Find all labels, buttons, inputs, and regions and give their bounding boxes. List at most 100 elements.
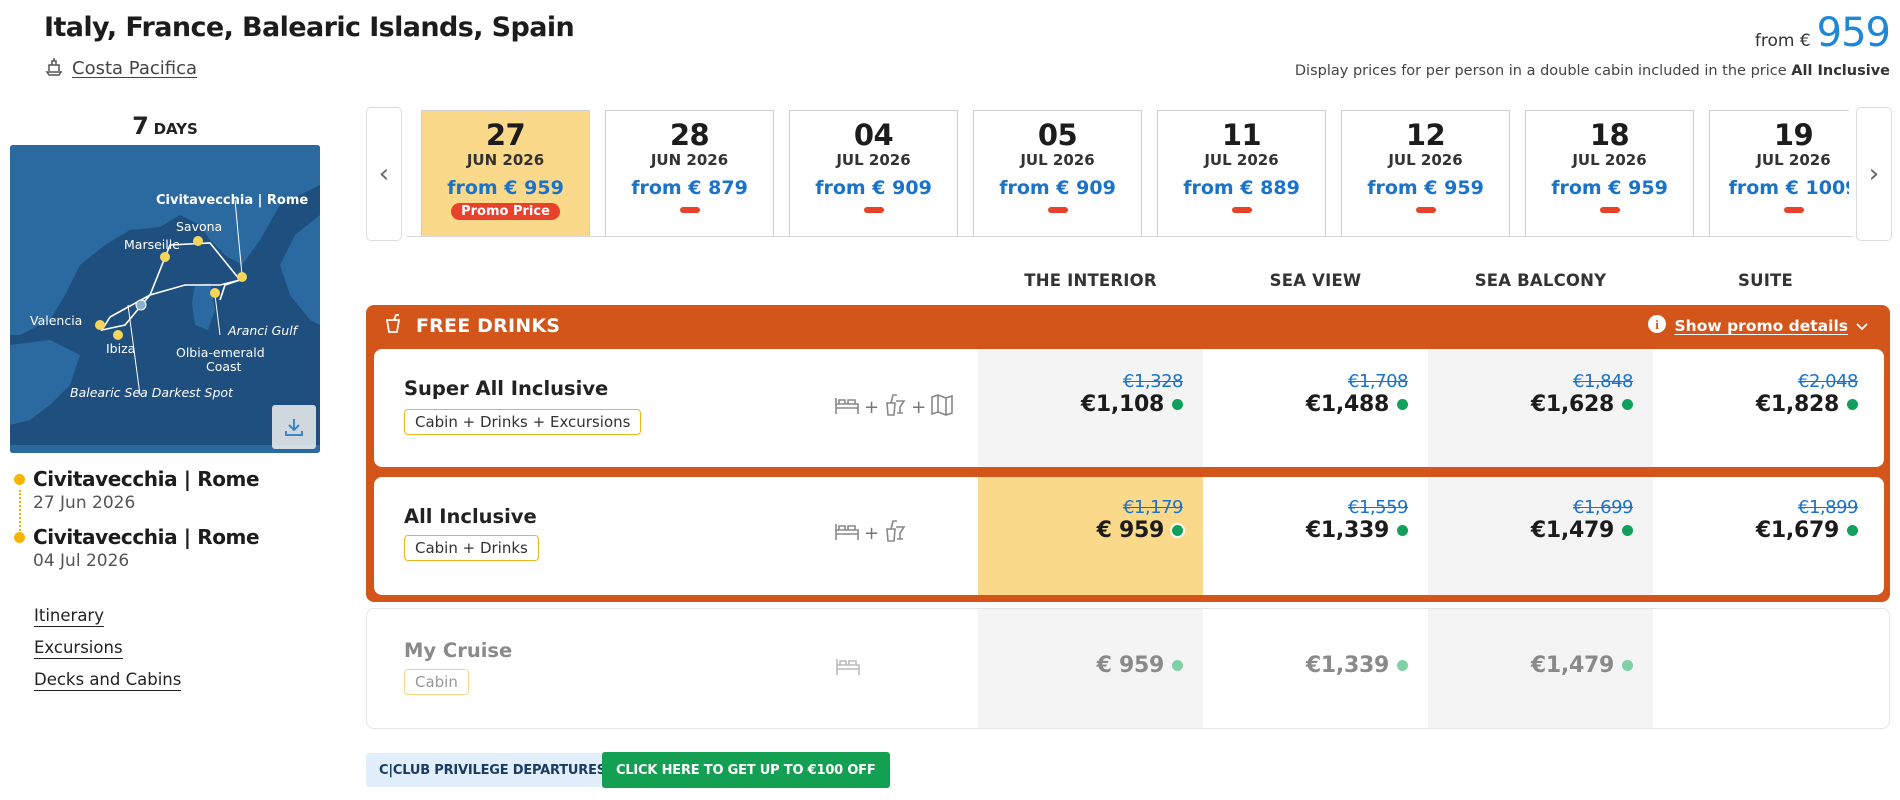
date-from-price: from € 1009 — [1728, 177, 1849, 199]
port-name: Civitavecchia | Rome — [33, 525, 260, 549]
map-label-marseille: Marseille — [124, 237, 180, 252]
new-price: €1,828 — [1755, 392, 1839, 417]
port-date: 27 Jun 2026 — [33, 493, 136, 513]
col-header-suite: SUITE — [1738, 271, 1793, 290]
date-card[interactable]: 27 JUN 2026 from € 959 Promo Price — [421, 110, 590, 236]
map-label-balearic: Balearic Sea Darkest Spot — [70, 385, 233, 400]
discount-offer-button[interactable]: CLICK HERE TO GET UP TO €100 OFF — [602, 752, 890, 788]
old-price: €1,848 — [1573, 371, 1633, 392]
ship-name[interactable]: Costa Pacifica — [72, 58, 197, 79]
old-price: €1,559 — [1348, 497, 1408, 518]
page-title: Italy, France, Balearic Islands, Spain — [44, 12, 575, 43]
date-card[interactable]: 19 JUL 2026 from € 1009 — [1709, 110, 1849, 236]
from-price-value: 959 — [1816, 10, 1891, 56]
link-itinerary[interactable]: Itinerary — [34, 606, 104, 627]
itinerary-map[interactable]: Civitavecchia | Rome Savona Marseille Va… — [10, 145, 320, 453]
availability-dot — [1622, 660, 1633, 671]
cruise-duration: 7 DAYS — [10, 112, 320, 140]
promo-indicator — [1415, 207, 1436, 213]
link-excursions[interactable]: Excursions — [34, 638, 123, 659]
date-card[interactable]: 18 JUL 2026 from € 959 — [1525, 110, 1694, 236]
availability-dot — [1397, 399, 1408, 410]
port-dot — [14, 532, 25, 543]
chevron-right-icon: › — [1868, 159, 1880, 189]
package-row-super-all-inclusive[interactable]: Super All Inclusive Cabin + Drinks + Exc… — [374, 349, 1884, 467]
promo-details-label[interactable]: Show promo details — [1675, 317, 1848, 335]
svg-text:i: i — [1655, 317, 1659, 332]
availability-dot — [1172, 660, 1183, 671]
date-from-price: from € 889 — [1183, 177, 1300, 199]
promo-indicator — [863, 207, 884, 213]
price-cell[interactable]: €1,479 — [1428, 609, 1653, 728]
promo-indicator — [1047, 207, 1068, 213]
bed-icon — [834, 394, 860, 421]
disclaimer-bold: All Inclusive — [1791, 63, 1890, 79]
port-start: Civitavecchia | Rome 27 Jun 2026 — [14, 467, 260, 513]
ship-link[interactable]: Costa Pacifica — [44, 56, 197, 81]
info-icon: i — [1647, 314, 1667, 338]
new-price: € 959 — [1096, 518, 1165, 543]
chevron-left-icon: ‹ — [378, 159, 390, 189]
col-header-sea-balcony: SEA BALCONY — [1474, 271, 1607, 290]
club-privilege-button[interactable]: C|CLUB PRIVILEGE DEPARTURES — [366, 753, 619, 787]
from-price: from € 959 — [1755, 10, 1891, 56]
date-card[interactable]: 28 JUN 2026 from € 879 — [605, 110, 774, 236]
price-cell[interactable]: €2,048 €1,828 — [1653, 349, 1878, 467]
date-from-price: from € 879 — [631, 177, 748, 199]
date-from-price: from € 959 — [447, 177, 564, 199]
availability-dot — [1847, 525, 1858, 536]
link-decks-cabins[interactable]: Decks and Cabins — [34, 670, 182, 691]
price-cell[interactable]: €1,559 €1,339 — [1203, 477, 1428, 595]
price-cell[interactable]: €1,339 — [1203, 609, 1428, 728]
old-price: €1,179 — [1123, 497, 1183, 518]
promo-details-link[interactable]: i Show promo details — [1647, 314, 1868, 338]
price-cell[interactable]: €1,899 €1,679 — [1653, 477, 1878, 595]
map-label-aranci: Aranci Gulf — [228, 323, 298, 338]
price: €1,479 — [1530, 653, 1614, 678]
package-row-all-inclusive[interactable]: All Inclusive Cabin + Drinks + €1,179 € … — [374, 477, 1884, 595]
availability-dot — [1172, 399, 1183, 410]
date-month: JUL 2026 — [1020, 151, 1095, 169]
availability-dot — [1397, 660, 1408, 671]
carousel-divider — [407, 236, 1853, 237]
date-card[interactable]: 05 JUL 2026 from € 909 — [973, 110, 1142, 236]
package-icons: + — [834, 519, 907, 548]
bed-icon — [834, 520, 860, 547]
date-carousel: 27 JUN 2026 from € 959 Promo Price 28 JUN 202… — [421, 110, 1849, 236]
promo-header: FREE DRINKS i Show promo details — [366, 305, 1890, 347]
date-card[interactable]: 04 JUL 2026 from € 909 — [789, 110, 958, 236]
price-cell[interactable]: €1,708 €1,488 — [1203, 349, 1428, 467]
package-row-my-cruise[interactable]: My Cruise Cabin € 959 €1,339 €1,479 — [366, 608, 1890, 729]
days-label: DAYS — [153, 120, 198, 138]
price-cell[interactable]: €1,328 €1,108 — [978, 349, 1203, 467]
new-price: €1,679 — [1755, 518, 1839, 543]
package-icons — [835, 655, 861, 682]
drinks-icon — [883, 519, 907, 548]
date-card[interactable]: 11 JUL 2026 from € 889 — [1157, 110, 1326, 236]
map-label-olbia: Olbia-emerald — [176, 345, 265, 360]
old-price: €2,048 — [1798, 371, 1858, 392]
map-download-button[interactable] — [272, 405, 316, 449]
drinks-icon — [883, 393, 907, 422]
date-day: 11 — [1221, 118, 1262, 152]
price-cell-selected[interactable]: €1,179 € 959 — [978, 477, 1203, 595]
price-cell[interactable]: €1,848 €1,628 — [1428, 349, 1653, 467]
carousel-next-button[interactable]: › — [1856, 107, 1892, 241]
port-dot — [14, 474, 25, 485]
map-icon — [930, 393, 954, 422]
new-price: €1,108 — [1080, 392, 1164, 417]
price-cell[interactable]: €1,699 €1,479 — [1428, 477, 1653, 595]
package-name: Super All Inclusive — [404, 377, 609, 400]
promo-indicator — [1599, 207, 1620, 213]
date-from-price: from € 959 — [1367, 177, 1484, 199]
date-card[interactable]: 12 JUL 2026 from € 959 — [1341, 110, 1510, 236]
map-label-coast: Coast — [206, 359, 242, 374]
promo-indicator — [1231, 207, 1252, 213]
cup-icon — [384, 314, 402, 338]
price-cell[interactable]: € 959 — [978, 609, 1203, 728]
days-number: 7 — [132, 112, 149, 140]
date-month: JUL 2026 — [1204, 151, 1279, 169]
carousel-prev-button[interactable]: ‹ — [366, 107, 402, 241]
availability-dot — [1397, 525, 1408, 536]
availability-dot — [1172, 525, 1183, 536]
